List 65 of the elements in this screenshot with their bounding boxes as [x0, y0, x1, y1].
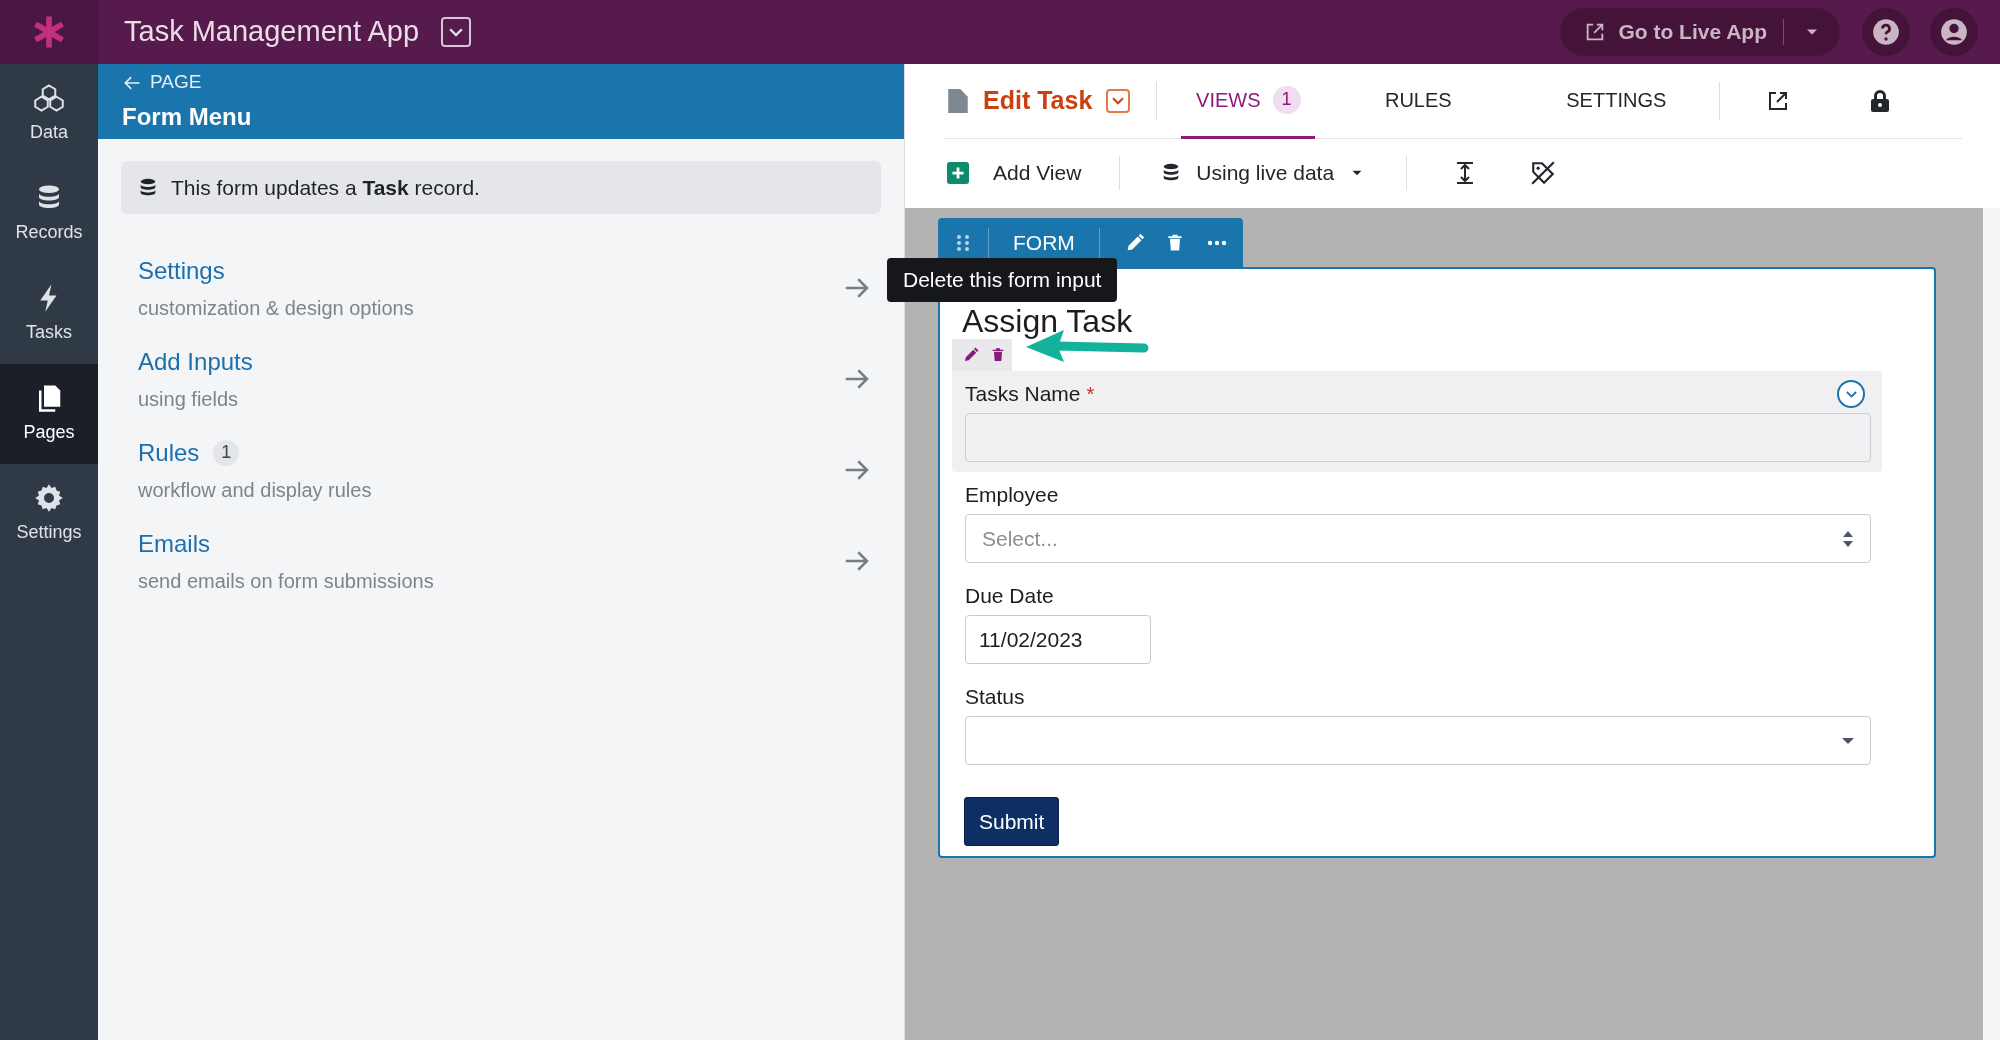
tab[interactable]: VIEWS 1: [1181, 63, 1316, 139]
tooltip: Delete this form input: [887, 258, 1118, 302]
panel-title: Form Menu: [122, 101, 253, 132]
cubes-icon: [34, 82, 64, 113]
menu-item[interactable]: Emails send emails on form submissions: [98, 515, 904, 606]
data-mode-dropdown[interactable]: Using live data: [1160, 157, 1367, 189]
menu-item-subtitle: customization & design options: [138, 295, 415, 321]
trash-icon: [990, 346, 1006, 364]
menu-item-title: Emails: [138, 528, 210, 559]
page-menu-button[interactable]: [1106, 89, 1131, 113]
field-label: Due Date: [965, 583, 1054, 610]
tag-slash-icon: [1530, 160, 1557, 186]
app-title: Task Management App: [124, 14, 419, 50]
nav-item[interactable]: Data: [0, 64, 98, 164]
menu-item-subtitle: workflow and display rules: [138, 477, 373, 503]
caret-icon: [1842, 737, 1854, 744]
chevron-icon: [1845, 390, 1857, 398]
menu-item[interactable]: Rules 1 workflow and display rules: [98, 424, 904, 515]
delete-field-button[interactable]: [990, 346, 1006, 364]
edit-field-button[interactable]: [962, 346, 980, 364]
dropdown-field[interactable]: [965, 716, 1871, 765]
chevron-icon: [1112, 97, 1125, 105]
placeholder-text: Select...: [982, 525, 1058, 552]
field-label: Tasks Name: [965, 381, 1081, 408]
nav-item[interactable]: Records: [0, 164, 98, 264]
more-icon: [1206, 239, 1227, 246]
back-link[interactable]: PAGE: [122, 68, 880, 97]
count-badge: 1: [213, 439, 240, 466]
user-icon: [1940, 18, 1968, 46]
app-menu-button[interactable]: [441, 17, 471, 47]
gear-icon: [34, 482, 64, 513]
account-button[interactable]: [1930, 8, 1978, 56]
menu-item-title: Add Inputs: [138, 346, 253, 377]
drag-handle-icon: [956, 232, 970, 253]
required-mark: *: [1086, 382, 1095, 407]
chevron-icon: [449, 27, 463, 37]
menu-item-title: Settings: [138, 255, 225, 286]
document-icon: [947, 88, 969, 114]
tab[interactable]: SETTINGS: [1521, 63, 1712, 139]
plus-square-icon: [947, 162, 969, 184]
menu-item[interactable]: Add Inputs using fields: [98, 333, 904, 424]
nav-item[interactable]: Settings: [0, 464, 98, 564]
field-label: Employee: [965, 482, 1059, 509]
menu-item-subtitle: send emails on form submissions: [138, 568, 435, 594]
form-title: Assign Task: [962, 303, 1133, 339]
page-name: Edit Task: [983, 85, 1093, 117]
menu-item-subtitle: using fields: [138, 386, 240, 412]
field-label: Status: [965, 684, 1025, 711]
collapse-button[interactable]: [1837, 380, 1865, 408]
add-view-button[interactable]: Add View: [947, 157, 1082, 189]
nav-item[interactable]: Tasks: [0, 264, 98, 364]
nav-item[interactable]: Pages: [0, 364, 98, 464]
tab[interactable]: RULES: [1315, 63, 1522, 139]
submit-button[interactable]: Submit: [964, 797, 1060, 846]
notice-text: This form updates a Task record.: [171, 174, 480, 201]
menu-item-title: Rules: [138, 437, 200, 468]
lock-icon: [1869, 89, 1892, 113]
date-input[interactable]: 11/02/2023: [965, 615, 1151, 664]
form-label: FORM: [1013, 229, 1075, 256]
question-icon: [1872, 18, 1900, 46]
pencil-icon: [962, 346, 980, 364]
help-button[interactable]: [1862, 8, 1910, 56]
text-input[interactable]: [965, 413, 1871, 462]
asterisk-logo-icon: [32, 15, 66, 49]
count-badge: 1: [1272, 85, 1301, 114]
